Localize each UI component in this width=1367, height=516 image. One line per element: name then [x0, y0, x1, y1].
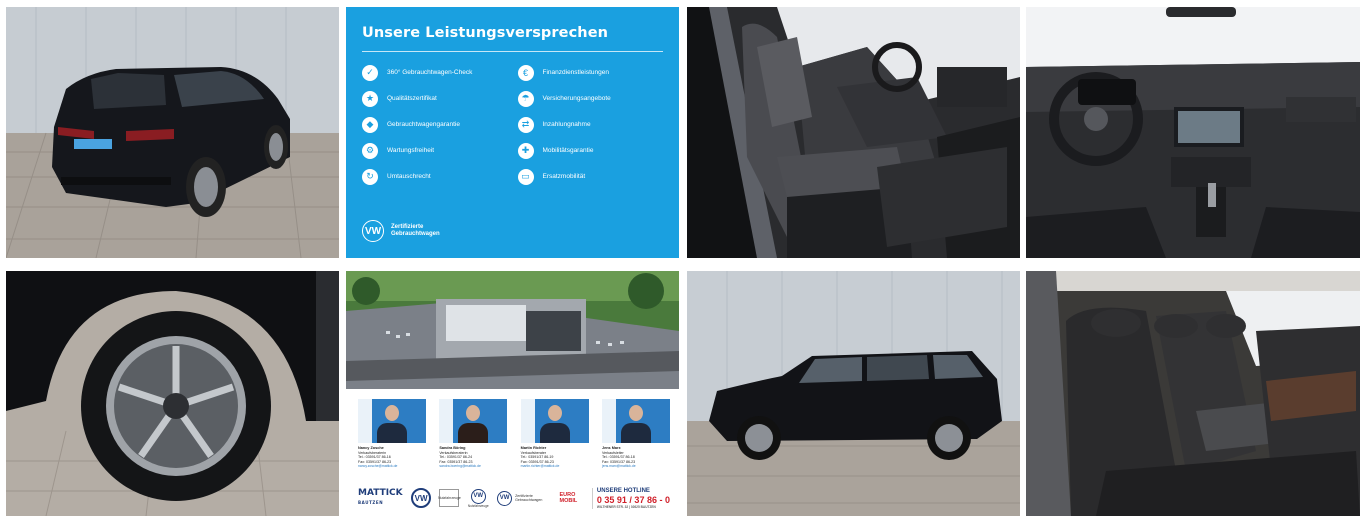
divider: [362, 51, 663, 52]
photo-side-exterior[interactable]: [687, 271, 1020, 516]
dealership-aerial-image: [346, 271, 679, 389]
insurance-icon: ☂: [517, 90, 534, 107]
car-icon: ▭: [517, 168, 534, 185]
vw-logo-icon: VW: [411, 488, 432, 508]
vw-nutzfahrzeuge-logo: VW Nutzfahrzeuge: [468, 488, 489, 508]
nutzfahrzeuge-badge: Nutzfahrzeuge: [438, 489, 461, 507]
vw-logo-icon: VW: [362, 220, 384, 242]
finance-icon: €: [517, 64, 534, 81]
certified-logo: VW Zertifizierte Gebrauchtwagen: [497, 490, 551, 506]
staff-email[interactable]: martin.richter@mattick.de: [521, 464, 589, 468]
staff-photo: [520, 399, 589, 443]
promise-item: € Finanzdienstleistungen: [517, 64, 664, 81]
staff-card: Nancy Zosche Verkaufsberaterin Tel.: 03591…: [358, 399, 426, 468]
staff-photo: [601, 399, 670, 443]
front-seats-image: [687, 7, 1020, 258]
photo-front-seats[interactable]: [687, 7, 1020, 258]
hotline-number: 0 35 91 / 37 86 - 0: [596, 494, 670, 505]
staff-photo: [439, 399, 508, 443]
photo-rear-exterior[interactable]: [6, 7, 339, 258]
photo-rear-seats[interactable]: [1026, 271, 1360, 516]
promise-footer-text: Zertifizierte Gebrauchtwagen: [391, 224, 440, 237]
promise-item: ↻ Umtauschrecht: [362, 168, 508, 185]
certificate-icon: ★: [362, 90, 378, 107]
staff-photo: [358, 399, 426, 443]
mattick-logo: MATTICK BAUTZEN: [358, 488, 403, 506]
promise-title: Unsere Leistungsversprechen: [362, 25, 609, 41]
promise-item: ★ Qualitätszertifikat: [362, 90, 508, 107]
check-icon: ✓: [362, 64, 378, 81]
tradein-icon: ⇄: [517, 116, 534, 133]
promise-panel[interactable]: Unsere Leistungsversprechen ✓ 360° Gebrau…: [346, 7, 679, 258]
promise-item: ⇄ Inzahlungnahme: [517, 116, 664, 133]
image-gallery: Unsere Leistungsversprechen ✓ 360° Gebrau…: [0, 0, 1367, 516]
vw-logo-icon: VW: [497, 490, 513, 506]
promise-list: ✓ 360° Gebrauchtwagen-Check € Finanzdienst…: [362, 64, 663, 185]
mobility-icon: ✚: [517, 142, 534, 159]
promise-item: ✓ 360° Gebrauchtwagen-Check: [362, 64, 508, 81]
rear-seats-image: [1026, 271, 1360, 516]
photo-wheel[interactable]: [6, 271, 339, 516]
wrench-icon: ⚙: [362, 142, 378, 159]
dealer-logos: MATTICK BAUTZEN VW Nutzfahrzeuge VW Nutzfa…: [358, 485, 670, 511]
wheel-image: [6, 271, 339, 516]
rear-exterior-image: [6, 7, 339, 258]
dealer-panel[interactable]: Nancy Zosche Verkaufsberaterin Tel.: 03591…: [346, 271, 679, 516]
promise-item: ◆ Gebrauchtwagengarantie: [362, 116, 508, 133]
promise-item: ▭ Ersatzmobilität: [517, 168, 664, 185]
staff-card: Martin Richter Verkaufsberater Tel.: 03591…: [520, 399, 589, 468]
staff-card: Jens Marx Verkaufsleiter Tel.: 03591/37 86…: [601, 399, 670, 468]
promise-item: ✚ Mobilitätsgarantie: [517, 142, 664, 159]
staff-email[interactable]: sandra.boering@mattick.de: [439, 464, 507, 468]
photo-dashboard[interactable]: [1026, 7, 1360, 258]
staff-card: Sandra Böring Verkaufsberaterin Tel.: 0359…: [439, 399, 508, 468]
euromobil-logo: EURO MOBIL: [559, 492, 578, 504]
promise-footer: VW Zertifizierte Gebrauchtwagen: [362, 220, 451, 242]
staff-email[interactable]: jens.marx@mattick.de: [602, 464, 670, 468]
exchange-icon: ↻: [362, 168, 378, 185]
side-exterior-image: [687, 271, 1020, 516]
dashboard-image: [1026, 7, 1360, 258]
hotline[interactable]: UNSERE HOTLINE 0 35 91 / 37 86 - 0 WILTH…: [591, 487, 670, 509]
vw-logo-icon: VW: [470, 488, 486, 504]
promise-item: ☂ Versicherungsangebote: [517, 90, 664, 107]
staff-list: Nancy Zosche Verkaufsberaterin Tel.: 03591…: [358, 399, 670, 468]
promise-item: ⚙ Wartungsfreiheit: [362, 142, 508, 159]
staff-email[interactable]: nancy.zosche@mattick.de: [358, 464, 426, 468]
shield-icon: ◆: [362, 116, 378, 133]
